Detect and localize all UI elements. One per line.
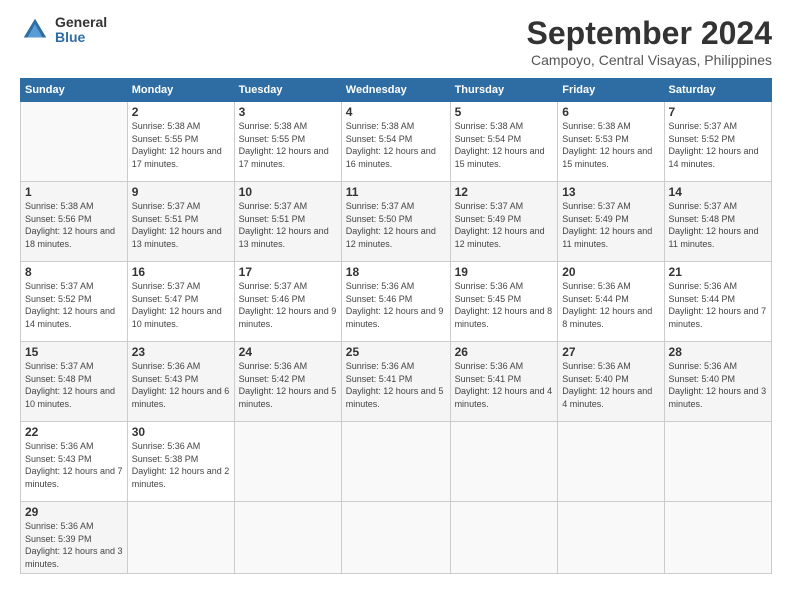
list-item: 24Sunrise: 5:36 AMSunset: 5:42 PMDayligh… <box>234 342 341 422</box>
list-item: 9Sunrise: 5:37 AMSunset: 5:51 PMDaylight… <box>127 182 234 262</box>
empty-cell <box>664 502 771 574</box>
empty-cell <box>450 502 558 574</box>
list-item: 1Sunrise: 5:38 AMSunset: 5:56 PMDaylight… <box>21 182 128 262</box>
table-row: 8Sunrise: 5:37 AMSunset: 5:52 PMDaylight… <box>21 262 772 342</box>
list-item: 30Sunrise: 5:36 AMSunset: 5:38 PMDayligh… <box>127 422 234 502</box>
th-saturday: Saturday <box>664 79 771 102</box>
empty-cell <box>664 422 771 502</box>
list-item: 11Sunrise: 5:37 AMSunset: 5:50 PMDayligh… <box>341 182 450 262</box>
header: General Blue September 2024 Campoyo, Cen… <box>20 15 772 68</box>
list-item: 2Sunrise: 5:38 AMSunset: 5:55 PMDaylight… <box>127 102 234 182</box>
empty-cell <box>341 502 450 574</box>
empty-cell <box>127 502 234 574</box>
empty-cell <box>558 502 664 574</box>
th-wednesday: Wednesday <box>341 79 450 102</box>
list-item: 13Sunrise: 5:37 AMSunset: 5:49 PMDayligh… <box>558 182 664 262</box>
list-item: 10Sunrise: 5:37 AMSunset: 5:51 PMDayligh… <box>234 182 341 262</box>
list-item: 25Sunrise: 5:36 AMSunset: 5:41 PMDayligh… <box>341 342 450 422</box>
th-tuesday: Tuesday <box>234 79 341 102</box>
logo-general: General <box>55 15 107 30</box>
list-item: 15Sunrise: 5:37 AMSunset: 5:48 PMDayligh… <box>21 342 128 422</box>
empty-cell <box>558 422 664 502</box>
header-row: Sunday Monday Tuesday Wednesday Thursday… <box>21 79 772 102</box>
list-item: 8Sunrise: 5:37 AMSunset: 5:52 PMDaylight… <box>21 262 128 342</box>
list-item: 23Sunrise: 5:36 AMSunset: 5:43 PMDayligh… <box>127 342 234 422</box>
list-item: 17Sunrise: 5:37 AMSunset: 5:46 PMDayligh… <box>234 262 341 342</box>
list-item: 22Sunrise: 5:36 AMSunset: 5:43 PMDayligh… <box>21 422 128 502</box>
calendar-table: Sunday Monday Tuesday Wednesday Thursday… <box>20 78 772 574</box>
table-row: 1Sunrise: 5:38 AMSunset: 5:56 PMDaylight… <box>21 182 772 262</box>
calendar-page: General Blue September 2024 Campoyo, Cen… <box>0 0 792 612</box>
empty-cell <box>450 422 558 502</box>
list-item: 14Sunrise: 5:37 AMSunset: 5:48 PMDayligh… <box>664 182 771 262</box>
title-section: September 2024 Campoyo, Central Visayas,… <box>527 15 772 68</box>
table-row: 15Sunrise: 5:37 AMSunset: 5:48 PMDayligh… <box>21 342 772 422</box>
list-item: 21Sunrise: 5:36 AMSunset: 5:44 PMDayligh… <box>664 262 771 342</box>
location-title: Campoyo, Central Visayas, Philippines <box>527 52 772 68</box>
empty-cell <box>234 422 341 502</box>
list-item: 18Sunrise: 5:36 AMSunset: 5:46 PMDayligh… <box>341 262 450 342</box>
month-title: September 2024 <box>527 15 772 52</box>
list-item: 19Sunrise: 5:36 AMSunset: 5:45 PMDayligh… <box>450 262 558 342</box>
list-item: 26Sunrise: 5:36 AMSunset: 5:41 PMDayligh… <box>450 342 558 422</box>
th-thursday: Thursday <box>450 79 558 102</box>
table-row: 29Sunrise: 5:36 AMSunset: 5:39 PMDayligh… <box>21 502 772 574</box>
list-item: 3Sunrise: 5:38 AMSunset: 5:55 PMDaylight… <box>234 102 341 182</box>
list-item: 6Sunrise: 5:38 AMSunset: 5:53 PMDaylight… <box>558 102 664 182</box>
list-item: 28Sunrise: 5:36 AMSunset: 5:40 PMDayligh… <box>664 342 771 422</box>
logo-blue: Blue <box>55 30 107 45</box>
th-sunday: Sunday <box>21 79 128 102</box>
th-monday: Monday <box>127 79 234 102</box>
table-row: 22Sunrise: 5:36 AMSunset: 5:43 PMDayligh… <box>21 422 772 502</box>
empty-cell <box>234 502 341 574</box>
list-item: 16Sunrise: 5:37 AMSunset: 5:47 PMDayligh… <box>127 262 234 342</box>
list-item: 5Sunrise: 5:38 AMSunset: 5:54 PMDaylight… <box>450 102 558 182</box>
th-friday: Friday <box>558 79 664 102</box>
logo: General Blue <box>20 15 107 46</box>
empty-cell <box>21 102 128 182</box>
logo-icon <box>20 15 50 45</box>
list-item: 12Sunrise: 5:37 AMSunset: 5:49 PMDayligh… <box>450 182 558 262</box>
list-item: 27Sunrise: 5:36 AMSunset: 5:40 PMDayligh… <box>558 342 664 422</box>
list-item: 7Sunrise: 5:37 AMSunset: 5:52 PMDaylight… <box>664 102 771 182</box>
list-item: 4Sunrise: 5:38 AMSunset: 5:54 PMDaylight… <box>341 102 450 182</box>
empty-cell <box>341 422 450 502</box>
logo-text: General Blue <box>55 15 107 46</box>
table-row: 2Sunrise: 5:38 AMSunset: 5:55 PMDaylight… <box>21 102 772 182</box>
list-item: 29Sunrise: 5:36 AMSunset: 5:39 PMDayligh… <box>21 502 128 574</box>
list-item: 20Sunrise: 5:36 AMSunset: 5:44 PMDayligh… <box>558 262 664 342</box>
